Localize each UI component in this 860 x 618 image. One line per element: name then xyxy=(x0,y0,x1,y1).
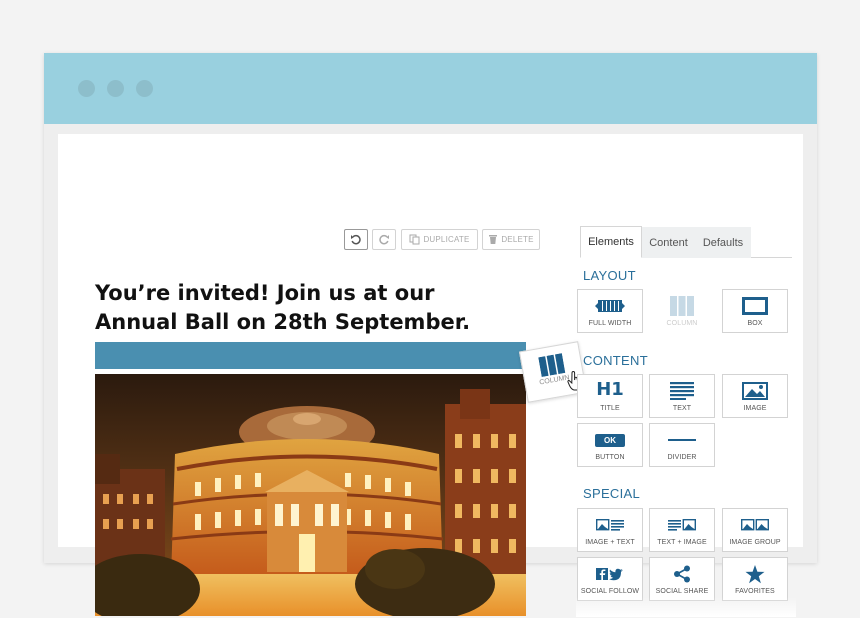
element-image-text[interactable]: IMAGE + TEXT xyxy=(577,508,643,552)
element-text[interactable]: TEXT xyxy=(649,374,715,418)
tile-label: BUTTON xyxy=(595,454,625,461)
tile-label: FULL WIDTH xyxy=(588,320,632,327)
section-title-special: SPECIAL xyxy=(583,486,641,501)
email-headline[interactable]: You’re invited! Join us at our Annual Ba… xyxy=(95,279,515,337)
app-window: DUPLICATE DELETE You’re invited! Join us… xyxy=(44,53,817,617)
duplicate-label: DUPLICATE xyxy=(423,235,470,244)
image-icon xyxy=(723,381,787,401)
tab-defaults[interactable]: Defaults xyxy=(695,227,751,258)
element-social-share[interactable]: SOCIAL SHARE xyxy=(649,557,715,601)
duplicate-icon xyxy=(409,234,420,245)
tile-label: TEXT xyxy=(672,405,692,412)
window-control-dot[interactable] xyxy=(107,80,124,97)
image-group-icon xyxy=(723,515,787,535)
drop-zone-bar[interactable] xyxy=(95,342,526,369)
star-icon xyxy=(723,564,787,584)
element-full-width[interactable]: FULL WIDTH xyxy=(577,289,643,333)
tile-label: BOX xyxy=(747,320,763,327)
duplicate-button[interactable]: DUPLICATE xyxy=(401,229,478,250)
button-icon: OK xyxy=(595,433,625,447)
delete-button[interactable]: DELETE xyxy=(482,229,540,250)
delete-label: DELETE xyxy=(501,235,534,244)
tile-label: DIVIDER xyxy=(667,454,697,461)
image-text-icon xyxy=(578,515,642,535)
event-photo[interactable] xyxy=(95,374,526,616)
box-icon xyxy=(723,296,787,316)
element-title[interactable]: H1 TITLE xyxy=(577,374,643,418)
panel-scroll-fade xyxy=(576,597,796,617)
column-icon xyxy=(650,296,714,316)
h1-icon: H1 xyxy=(596,378,624,400)
section-title-layout: LAYOUT xyxy=(583,268,636,283)
button-icon-wrap: OK xyxy=(578,430,642,450)
element-image-group[interactable]: IMAGE GROUP xyxy=(722,508,788,552)
element-social-follow[interactable]: SOCIAL FOLLOW xyxy=(577,557,643,601)
tile-label: FAVORITES xyxy=(735,588,775,595)
window-control-dot[interactable] xyxy=(78,80,95,97)
section-title-content: CONTENT xyxy=(583,353,648,368)
element-text-image[interactable]: TEXT + IMAGE xyxy=(649,508,715,552)
element-image[interactable]: IMAGE xyxy=(722,374,788,418)
element-column: COLUMN xyxy=(649,289,715,333)
divider-icon xyxy=(650,430,714,450)
undo-button[interactable] xyxy=(344,229,368,250)
tile-label: IMAGE + TEXT xyxy=(585,539,635,546)
tile-label: SOCIAL SHARE xyxy=(655,588,709,595)
element-box[interactable]: BOX xyxy=(722,289,788,333)
social-follow-icon xyxy=(578,564,642,584)
window-control-dot[interactable] xyxy=(136,80,153,97)
redo-icon xyxy=(378,234,390,246)
tile-label: IMAGE xyxy=(743,405,767,412)
trash-icon xyxy=(488,234,498,245)
element-divider[interactable]: DIVIDER xyxy=(649,423,715,467)
redo-button[interactable] xyxy=(372,229,396,250)
tile-label: IMAGE GROUP xyxy=(729,539,781,546)
tab-elements[interactable]: Elements xyxy=(580,226,642,258)
tile-label: SOCIAL FOLLOW xyxy=(580,588,640,595)
text-lines-icon xyxy=(650,381,714,401)
window-titlebar xyxy=(44,53,817,124)
editor-area: DUPLICATE DELETE You’re invited! Join us… xyxy=(58,134,803,617)
tile-label: TEXT + IMAGE xyxy=(657,539,707,546)
undo-icon xyxy=(350,234,362,246)
share-icon xyxy=(650,564,714,584)
element-button[interactable]: OK BUTTON xyxy=(577,423,643,467)
tile-label: COLUMN xyxy=(666,320,698,327)
tab-content[interactable]: Content xyxy=(642,227,695,258)
element-favorites[interactable]: FAVORITES xyxy=(722,557,788,601)
tile-label: TITLE xyxy=(600,405,620,412)
full-width-icon xyxy=(578,296,642,316)
text-image-icon xyxy=(650,515,714,535)
